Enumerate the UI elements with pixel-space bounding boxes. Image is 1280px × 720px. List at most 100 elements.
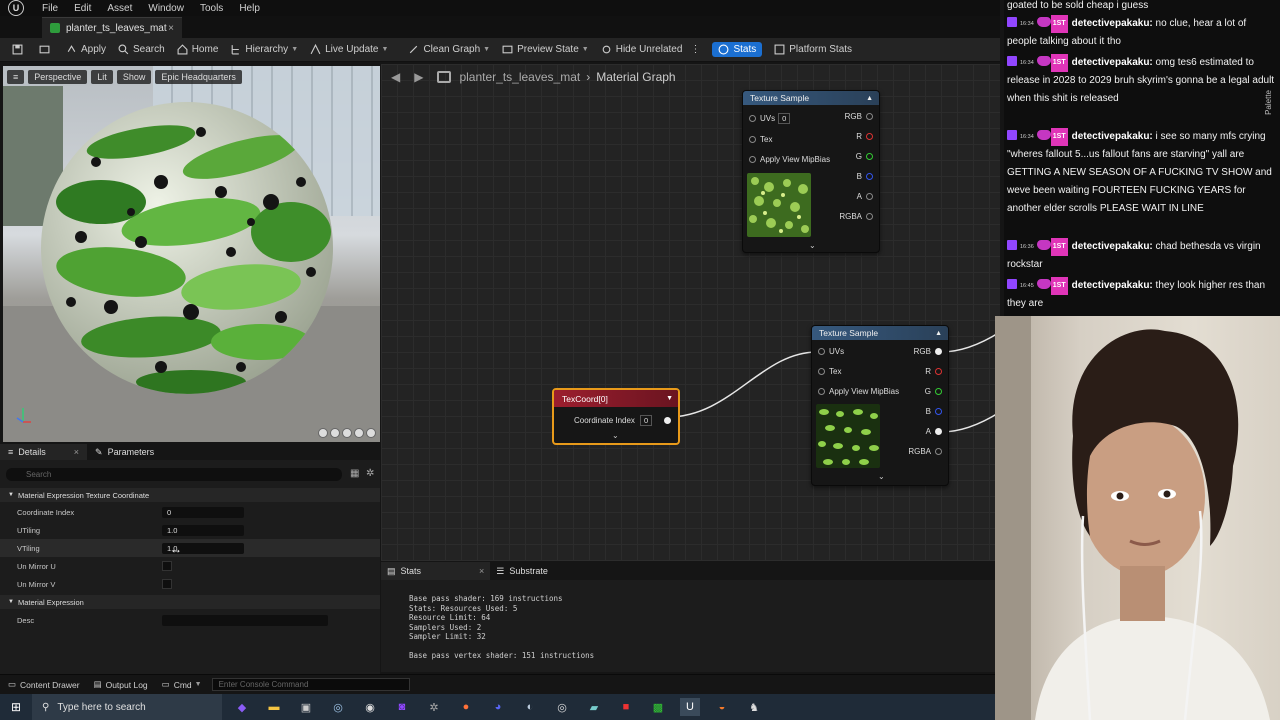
app-icon[interactable]: ◉ xyxy=(360,698,380,716)
tab-stats[interactable]: ▤ Stats × xyxy=(381,562,491,580)
texcoord-node[interactable]: TexCoord[0] ▼ Coordinate Index 0 ⌄ xyxy=(552,388,680,445)
uvs-value[interactable]: 0 xyxy=(778,113,791,124)
cmd-dropdown[interactable]: ▭ Cmd ▼ xyxy=(162,679,202,690)
windows-start-icon[interactable]: ⊞ xyxy=(0,700,32,714)
show-button[interactable]: Show xyxy=(116,70,152,84)
section-material-expression[interactable]: ▼ Material Expression xyxy=(0,595,380,609)
settings-gear-icon[interactable]: ✲ xyxy=(366,468,374,479)
browse-button[interactable] xyxy=(39,44,54,55)
pin-tex[interactable]: Tex xyxy=(818,367,841,376)
perspective-button[interactable]: Perspective xyxy=(28,70,88,84)
app-icon[interactable]: ■ xyxy=(616,698,636,716)
twitch-icon[interactable]: ◙ xyxy=(392,698,412,716)
pin-rgb[interactable]: RGB xyxy=(914,347,942,356)
pin-b[interactable]: B xyxy=(857,172,873,181)
menu-edit[interactable]: Edit xyxy=(74,3,91,14)
save-button[interactable] xyxy=(12,44,27,55)
tab-parameters[interactable]: ✎ Parameters xyxy=(87,444,162,460)
grid-view-icon[interactable]: ▦ xyxy=(350,468,359,479)
tab-details[interactable]: ≡ Details × xyxy=(0,444,88,460)
output-log-button[interactable]: ▤ Output Log xyxy=(94,679,148,690)
pin-rgba[interactable]: RGBA xyxy=(908,447,942,456)
pin-rgb[interactable]: RGB xyxy=(845,112,873,121)
preview-viewport[interactable]: ≡ Perspective Lit Show Epic Headquarters xyxy=(3,66,380,442)
forward-arrow-icon[interactable]: ▶ xyxy=(414,70,423,84)
environment-button[interactable]: Epic Headquarters xyxy=(155,70,242,84)
pin-tex[interactable]: Tex xyxy=(749,135,772,144)
menu-file[interactable]: File xyxy=(42,3,58,14)
tab-material[interactable]: planter_ts_leaves_mat × xyxy=(42,17,182,38)
clean-graph-button[interactable]: Clean Graph ▼ xyxy=(408,44,490,55)
hamburger-menu-icon[interactable]: ≡ xyxy=(7,70,25,84)
output-pin-dot[interactable] xyxy=(664,417,672,424)
collapse-icon[interactable]: ▲ xyxy=(866,95,873,102)
app-icon[interactable]: ◎ xyxy=(552,698,572,716)
firefox-icon[interactable]: ● xyxy=(456,698,476,716)
file-explorer-icon[interactable]: ▬ xyxy=(264,698,284,716)
app-icon[interactable]: ▰ xyxy=(584,698,604,716)
discord-icon[interactable]: ◕ xyxy=(488,698,508,716)
coordinate-index-input[interactable]: 0 xyxy=(162,506,244,518)
section-texture-coordinate[interactable]: ▼ Material Expression Texture Coordinate xyxy=(0,488,380,502)
pin-a[interactable]: A xyxy=(926,427,942,436)
collapse-icon[interactable]: ▲ xyxy=(935,330,942,337)
blender-icon[interactable]: ◒ xyxy=(712,698,732,716)
pin-b[interactable]: B xyxy=(926,407,942,416)
steam-icon[interactable]: ◎ xyxy=(328,698,348,716)
plane-icon[interactable] xyxy=(318,428,328,438)
teapot-icon[interactable] xyxy=(366,428,376,438)
obsidian-icon[interactable]: ◆ xyxy=(232,698,252,716)
utiling-input[interactable]: 1.0 xyxy=(162,524,244,536)
unreal-logo-icon[interactable]: U xyxy=(8,0,24,16)
expand-icon[interactable]: ⌄ xyxy=(612,431,619,440)
pin-uvs[interactable]: UVs 0 xyxy=(749,113,791,124)
texture-sample-node-1[interactable]: Texture Sample ▲ UVs 0 Tex Apply View Mip… xyxy=(742,90,880,253)
palette-tab[interactable]: Palette xyxy=(1264,90,1273,115)
hide-unrelated-button[interactable]: Hide Unrelated xyxy=(601,44,682,55)
hierarchy-button[interactable]: Hierarchy ▼ xyxy=(230,44,298,55)
back-arrow-icon[interactable]: ◀ xyxy=(391,70,400,84)
menu-asset[interactable]: Asset xyxy=(107,3,132,14)
app-icon[interactable]: ✲ xyxy=(424,698,444,716)
app-icon[interactable]: ♞ xyxy=(744,698,764,716)
apply-button[interactable]: Apply xyxy=(66,44,106,55)
tab-substrate[interactable]: ☰ Substrate xyxy=(490,562,554,580)
close-icon[interactable]: × xyxy=(74,447,79,457)
close-icon[interactable]: × xyxy=(479,566,484,576)
menu-help[interactable]: Help xyxy=(239,3,260,14)
texture-sample-node-2[interactable]: Texture Sample ▲ UVs Tex Apply View MipB… xyxy=(811,325,949,486)
lit-button[interactable]: Lit xyxy=(91,70,113,84)
steam-icon[interactable]: ◐ xyxy=(520,698,540,716)
taskbar-search-input[interactable]: ⚲ Type here to search xyxy=(32,694,222,720)
details-search-input[interactable]: Search xyxy=(6,468,342,481)
platform-stats-button[interactable]: Platform Stats xyxy=(774,44,852,55)
pin-coordinate-index[interactable]: Coordinate Index 0 xyxy=(574,415,672,426)
menu-tools[interactable]: Tools xyxy=(200,3,223,14)
pin-r[interactable]: R xyxy=(925,367,942,376)
pin-uvs[interactable]: UVs xyxy=(818,347,844,356)
cube-icon[interactable] xyxy=(342,428,352,438)
pin-a[interactable]: A xyxy=(857,192,873,201)
collapse-icon[interactable]: ▼ xyxy=(666,395,673,402)
app-icon[interactable]: ▩ xyxy=(648,698,668,716)
home-button[interactable]: Home xyxy=(177,44,218,55)
desc-input[interactable] xyxy=(162,614,328,626)
pin-r[interactable]: R xyxy=(856,132,873,141)
cylinder-icon[interactable] xyxy=(330,428,340,438)
pin-mipbias[interactable]: Apply View MipBias xyxy=(818,387,899,396)
crumb-material[interactable]: planter_ts_leaves_mat xyxy=(459,70,580,84)
live-update-button[interactable]: Live Update ▼ xyxy=(310,44,388,55)
app-icon[interactable]: ▣ xyxy=(296,698,316,716)
unmirror-u-checkbox[interactable] xyxy=(162,561,172,571)
pin-rgba[interactable]: RGBA xyxy=(839,212,873,221)
coordinate-index-value[interactable]: 0 xyxy=(639,415,653,426)
pin-g[interactable]: G xyxy=(925,387,942,396)
expand-icon[interactable]: ⌄ xyxy=(878,472,885,481)
content-drawer-button[interactable]: ▭ Content Drawer xyxy=(8,679,80,690)
material-graph[interactable]: ◀ ▶ planter_ts_leaves_mat › Material Gra… xyxy=(381,64,1000,561)
preview-state-button[interactable]: Preview State ▼ xyxy=(502,44,589,55)
console-input[interactable]: Enter Console Command xyxy=(211,678,410,691)
search-button[interactable]: Search xyxy=(118,44,165,55)
sphere-icon[interactable] xyxy=(354,428,364,438)
expand-icon[interactable]: ⌄ xyxy=(809,241,816,250)
